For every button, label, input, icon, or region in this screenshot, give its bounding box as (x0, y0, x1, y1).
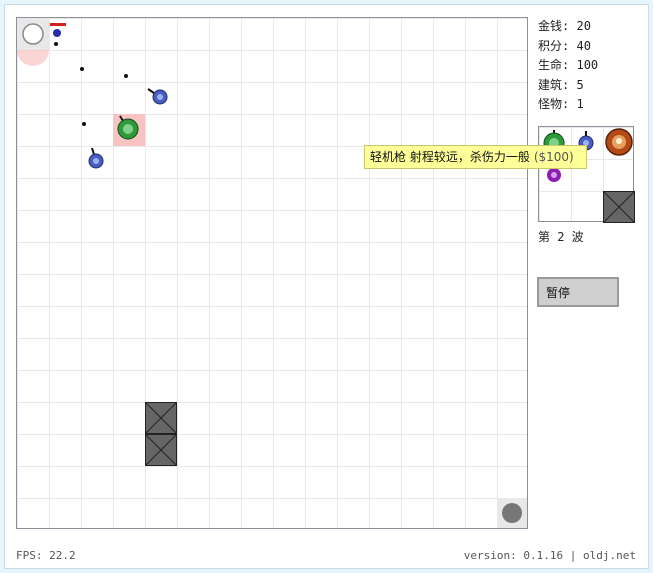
bullet (54, 42, 58, 46)
entrance-circle-icon (22, 23, 44, 45)
bullet (124, 74, 128, 78)
fps-counter: FPS: 22.2 (16, 549, 76, 562)
shop-laser-tower-icon[interactable] (605, 128, 633, 156)
stat-buildings: 建筑: 5 (538, 77, 584, 92)
stat-monsters: 怪物: 1 (538, 97, 584, 111)
tower-tooltip: 轻机枪 射程较远，杀伤力一般 ($100) (364, 145, 587, 169)
range-indicator (17, 50, 49, 66)
building-shop[interactable] (538, 126, 635, 223)
bullet (80, 67, 84, 71)
wall-block-icon[interactable] (145, 434, 177, 466)
stat-score: 积分: 40 (538, 38, 591, 53)
tooltip-price: ($100) (533, 150, 574, 164)
light-gun-icon[interactable] (147, 88, 168, 105)
game-map (17, 18, 527, 528)
version-label: version: 0.1.16 (463, 549, 564, 562)
shop-items (543, 128, 635, 223)
stat-money: 金钱: 20 (538, 19, 591, 33)
exit-circle-icon (502, 503, 522, 523)
monster-icon (53, 29, 61, 37)
stats-panel: 金钱: 20 积分: 40 生命: 100 建筑: 5 怪物: 1 (538, 17, 598, 115)
monster-health-bar (50, 23, 66, 26)
tooltip-description: 轻机枪 射程较远，杀伤力一般 (370, 150, 530, 164)
game-board[interactable] (16, 17, 528, 529)
bullet (82, 122, 86, 126)
footer: version: 0.1.16 | oldj.net (464, 549, 636, 562)
site-link[interactable]: oldj.net (583, 549, 636, 562)
wave-indicator: 第 2 波 (538, 230, 584, 244)
shop-wall-block-icon[interactable] (603, 191, 635, 223)
light-gun-icon[interactable] (88, 147, 104, 169)
wall-block-icon[interactable] (145, 402, 177, 434)
stat-life: 生命: 100 (538, 58, 599, 72)
footer-separator: | (569, 549, 577, 562)
pause-button[interactable]: 暂停 (537, 277, 619, 307)
